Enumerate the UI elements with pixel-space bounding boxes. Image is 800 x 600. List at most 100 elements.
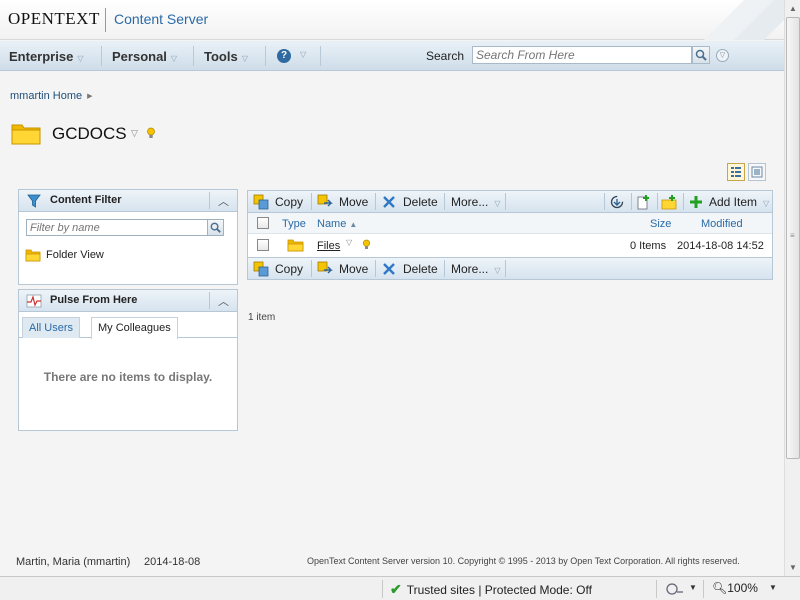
chevron-down-icon: ▽: [494, 266, 501, 275]
status-divider: [382, 580, 383, 598]
chevron-down-icon: ▽: [170, 54, 178, 63]
content-filter-panel: Content Filter ︿ Folder View: [18, 189, 238, 285]
filter-by-name-input[interactable]: [26, 219, 208, 236]
more-menu[interactable]: More... ▽: [451, 195, 501, 209]
detail-view-button[interactable]: [748, 163, 766, 181]
toolbar-divider: [375, 260, 376, 277]
pulse-title: Pulse From Here: [50, 294, 138, 306]
copy-icon: [253, 194, 269, 210]
collapse-icon[interactable]: ︿: [218, 193, 229, 209]
search-button[interactable]: [692, 46, 710, 64]
pulse-panel: Pulse From Here ︿ All Users My Colleague…: [18, 289, 238, 431]
footer-copyright: OpenText Content Server version 10. Copy…: [307, 556, 740, 566]
scroll-down-arrow[interactable]: ▼: [785, 559, 800, 576]
tools-menu[interactable]: Tools ▽: [204, 49, 248, 64]
tab-my-colleagues[interactable]: My Colleagues: [91, 317, 178, 339]
personal-menu[interactable]: Personal ▽: [112, 49, 177, 64]
panel-divider: [209, 192, 210, 209]
zoom-icon: 🔍︎: [712, 581, 728, 595]
header-decoration: [704, 0, 784, 40]
more-menu[interactable]: More... ▽: [451, 262, 501, 276]
toolbar-divider: [604, 193, 605, 210]
toolbar-divider: [444, 260, 445, 277]
copy-icon: [253, 261, 269, 277]
search-options-icon[interactable]: ▽: [716, 49, 729, 62]
sort-ascending-icon: ▲: [349, 220, 358, 229]
add-folder-button[interactable]: [661, 191, 679, 212]
breadcrumb: mmartin Home ▶: [10, 90, 93, 102]
list-view-button[interactable]: [727, 163, 745, 181]
pulse-icon: [26, 294, 42, 308]
grip-icon: ≡: [790, 231, 795, 240]
chevron-down-icon: ▽: [763, 199, 770, 208]
collapse-icon[interactable]: ︿: [218, 293, 229, 309]
toolbar-divider: [631, 193, 632, 210]
browse-list: Copy Move Delete More... ▽ Add Item ▽ Ty…: [247, 190, 773, 280]
folder-view-item[interactable]: Folder View: [25, 248, 104, 265]
folder-icon: [11, 124, 41, 145]
item-count: 1 item: [248, 312, 276, 323]
column-header: Type Name ▲ Size Modified: [248, 213, 772, 234]
search-label: Search: [426, 49, 465, 63]
row-checkbox[interactable]: [257, 239, 269, 251]
zoom-level[interactable]: 🔍︎100%: [712, 581, 758, 595]
row-menu-icon[interactable]: ▽: [346, 238, 352, 247]
footer-date: 2014-18-08: [144, 556, 201, 568]
delete-button[interactable]: Delete: [381, 191, 441, 212]
breadcrumb-home-link[interactable]: mmartin Home: [10, 90, 82, 102]
empty-message: There are no items to display.: [43, 370, 213, 384]
column-modified[interactable]: Modified: [701, 218, 743, 230]
bottom-toolbar: Copy Move Delete More... ▽: [248, 257, 772, 279]
help-icon[interactable]: ?: [277, 49, 291, 63]
vertical-scrollbar[interactable]: ▲ ≡ ▼: [784, 0, 800, 576]
content-filter-header: Content Filter ︿: [19, 190, 237, 212]
select-all-checkbox[interactable]: [257, 217, 269, 229]
filter-search-button[interactable]: [207, 219, 224, 236]
pulse-tab-bar: All Users My Colleagues: [19, 312, 237, 339]
copy-button[interactable]: Copy: [253, 258, 309, 279]
chevron-down-icon[interactable]: ▼: [689, 583, 697, 592]
nav-divider: [193, 46, 194, 66]
move-button[interactable]: Move: [317, 258, 373, 279]
checkmark-icon: ✔: [390, 581, 402, 597]
plus-icon: [690, 196, 702, 208]
add-document-button[interactable]: [635, 191, 653, 212]
delete-button[interactable]: Delete: [381, 258, 441, 279]
refresh-button[interactable]: [609, 191, 627, 212]
scroll-thumb[interactable]: ≡: [786, 17, 800, 459]
row-size: 0 Items: [630, 240, 667, 252]
refresh-icon: [610, 195, 624, 209]
opentext-logo: OPENTEXT: [8, 9, 100, 28]
security-zone[interactable]: ✔ Trusted sites | Protected Mode: Off: [390, 581, 592, 598]
move-icon: [317, 261, 333, 274]
enterprise-menu[interactable]: Enterprise ▽: [9, 49, 83, 64]
add-folder-icon: [661, 195, 677, 210]
toolbar-divider: [505, 193, 506, 210]
scroll-up-arrow[interactable]: ▲: [785, 0, 800, 17]
lightbulb-icon[interactable]: [146, 127, 156, 139]
top-toolbar: Copy Move Delete More... ▽ Add Item ▽: [248, 191, 772, 213]
search-input[interactable]: [472, 46, 692, 64]
title-menu-icon[interactable]: ▽: [131, 128, 138, 139]
chevron-down-icon[interactable]: ▽: [300, 50, 306, 59]
toolbar-divider: [444, 193, 445, 210]
tab-all-users[interactable]: All Users: [22, 317, 81, 338]
protected-mode-icon[interactable]: [665, 582, 685, 596]
footer-user: Martin, Maria (mmartin): [16, 556, 131, 568]
copy-button[interactable]: Copy: [253, 191, 309, 212]
lightbulb-icon[interactable]: [362, 239, 371, 250]
chevron-down-icon[interactable]: ▼: [769, 583, 777, 592]
move-button[interactable]: Move: [317, 191, 373, 212]
table-row: Files ▽ 0 Items 2014-18-08 14:52: [248, 234, 772, 257]
column-type[interactable]: Type: [282, 218, 306, 230]
product-name: Content Server: [114, 11, 209, 27]
delete-icon: [383, 263, 395, 275]
page-title: GCDOCS: [52, 124, 127, 143]
chevron-right-icon[interactable]: ▶: [87, 93, 92, 100]
add-item-menu[interactable]: Add Item ▽: [688, 191, 772, 212]
column-name[interactable]: Name ▲: [317, 218, 357, 230]
folder-icon: [25, 249, 41, 262]
row-name-link[interactable]: Files: [317, 240, 340, 252]
status-divider: [703, 580, 704, 598]
column-size[interactable]: Size: [650, 218, 671, 230]
